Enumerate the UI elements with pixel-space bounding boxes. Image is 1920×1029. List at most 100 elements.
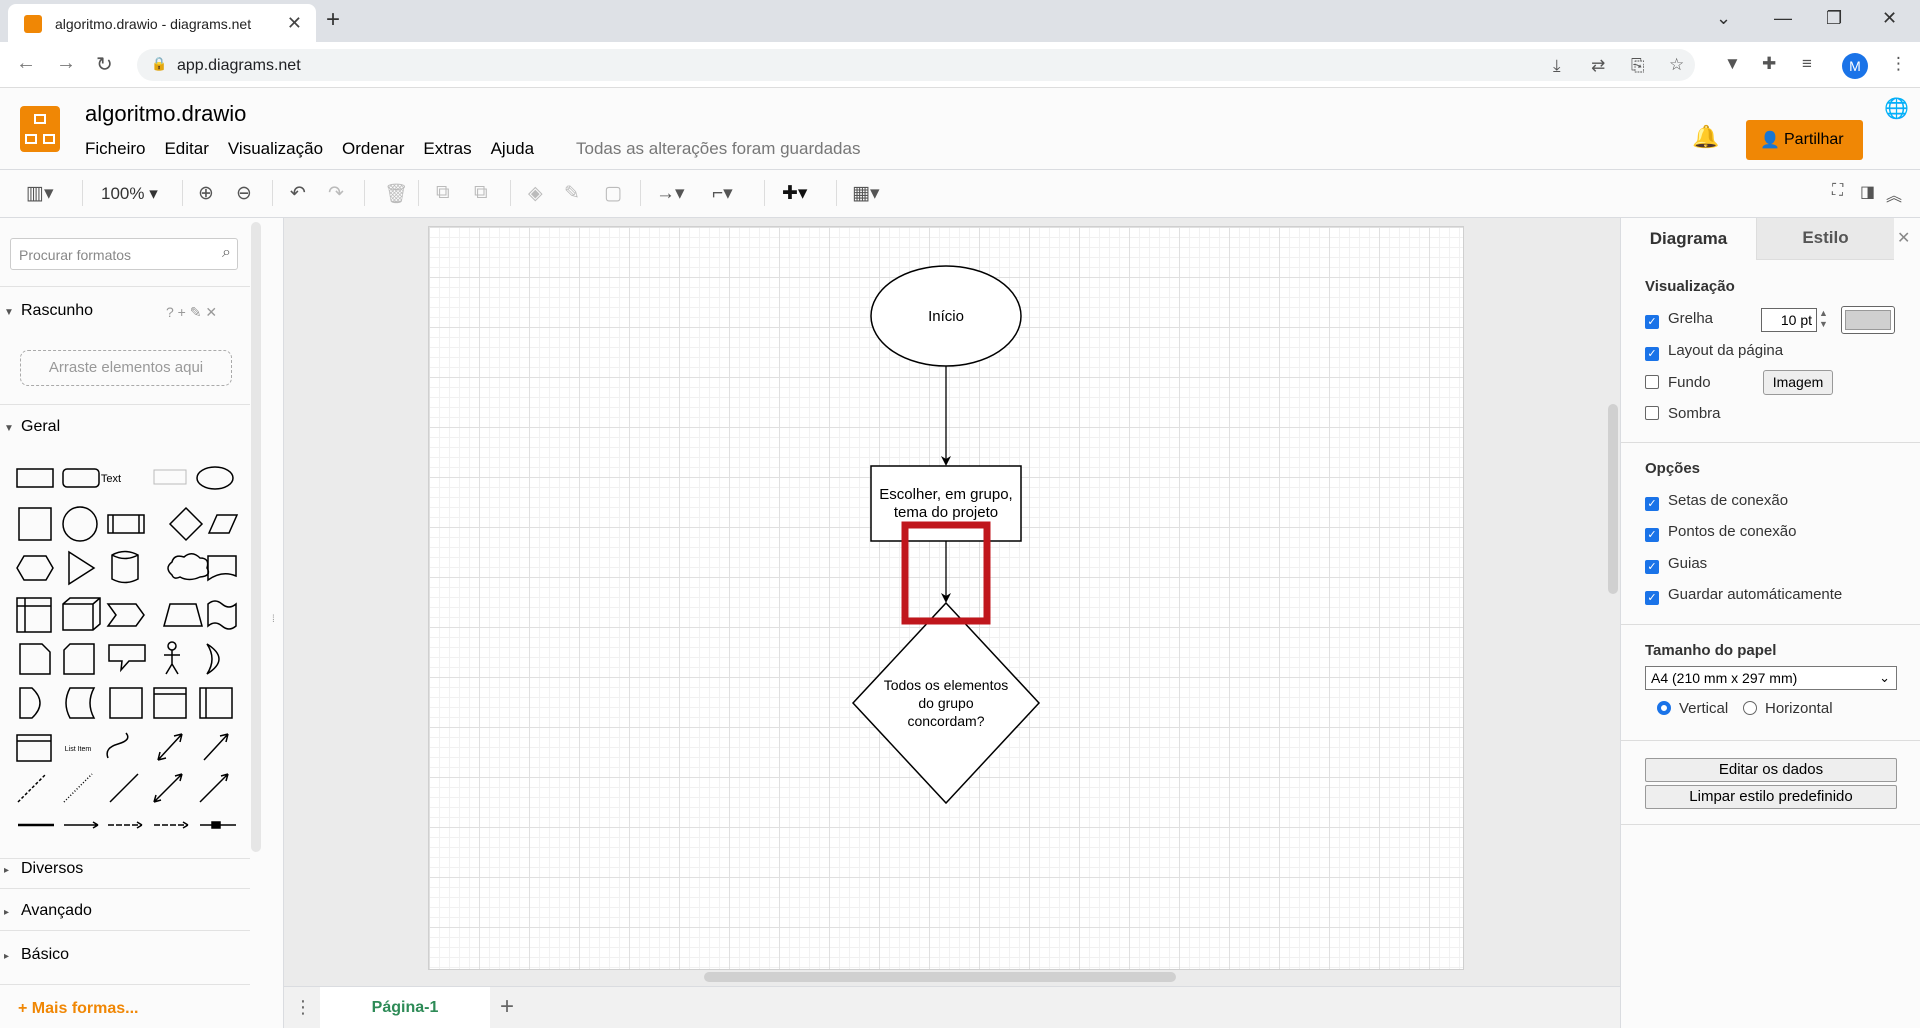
shadow-icon[interactable]: ▢ — [604, 182, 622, 205]
undo-icon[interactable]: ↶ — [290, 182, 306, 205]
url-bar[interactable]: 🔒 app.diagrams.net ⤓ ⇄ ⎘ ☆ — [137, 49, 1695, 81]
to-back-icon[interactable]: ⧉ — [474, 182, 488, 204]
language-globe-icon[interactable]: 🌐 — [1884, 96, 1909, 121]
orientation-vertical-radio[interactable]: Vertical — [1657, 700, 1728, 717]
search-icon[interactable]: ⌕ — [222, 244, 231, 262]
more-shapes-link[interactable]: + Mais formas... — [18, 1000, 139, 1018]
fill-color-icon[interactable]: ◈ — [528, 182, 543, 205]
diagram-canvas[interactable]: Início Escolher, em grupo, tema do proje… — [272, 218, 1620, 1028]
translate-icon[interactable]: ⇄ — [1591, 56, 1605, 76]
menu-view[interactable]: Visualização — [228, 139, 323, 159]
checkbox-unchecked-icon[interactable] — [1645, 406, 1659, 420]
advanced-section-header[interactable]: ▸ Avançado — [4, 902, 92, 920]
share-button[interactable]: 👤 Partilhar — [1746, 120, 1863, 160]
menu-help[interactable]: Ajuda — [491, 139, 534, 159]
background-checkbox[interactable]: Fundo — [1645, 374, 1711, 391]
grid-size-spinner[interactable]: ▲ ▼ — [1819, 308, 1828, 330]
zoom-out-icon[interactable]: ⊖ — [236, 182, 252, 205]
connection-arrows-checkbox[interactable]: ✓ Setas de conexão — [1645, 492, 1788, 511]
redo-icon[interactable]: ↷ — [328, 182, 344, 205]
menu-file[interactable]: Ficheiro — [85, 139, 145, 159]
browser-menu-icon[interactable]: ⋮ — [1890, 54, 1907, 74]
collapse-icon[interactable]: ︽ — [1886, 182, 1902, 206]
checkbox-checked-icon[interactable]: ✓ — [1645, 528, 1659, 542]
scratchpad-header[interactable]: ▼ Rascunho — [4, 302, 93, 320]
zoom-in-icon[interactable]: ⊕ — [198, 182, 214, 205]
radio-selected-icon[interactable] — [1657, 701, 1671, 715]
notification-bell-icon[interactable]: 🔔 — [1692, 124, 1719, 150]
share-page-icon[interactable]: ⎘ — [1631, 56, 1645, 76]
reload-icon[interactable]: ↻ — [96, 52, 113, 77]
sidebar-scrollbar[interactable] — [251, 222, 261, 852]
grid-size-input[interactable]: 10 pt — [1761, 308, 1817, 332]
checkbox-checked-icon[interactable]: ✓ — [1645, 591, 1659, 605]
page-layout-checkbox[interactable]: ✓ Layout da página — [1645, 342, 1783, 361]
grid-checkbox[interactable]: ✓ Grelha — [1645, 310, 1713, 329]
profile-avatar[interactable]: M — [1842, 53, 1868, 79]
extensions-puzzle-icon[interactable]: ✚ — [1762, 54, 1776, 74]
scratchpad-drop-zone[interactable]: Arraste elementos aqui — [20, 350, 232, 386]
format-panel-icon[interactable]: ◨ — [1860, 182, 1875, 202]
tab-search-icon[interactable]: ⌄ — [1716, 8, 1731, 29]
tab-style[interactable]: Estilo — [1756, 218, 1894, 260]
misc-section-header[interactable]: ▸ Diversos — [4, 860, 83, 878]
install-app-icon[interactable]: ⤓ — [1553, 56, 1561, 76]
checkbox-checked-icon[interactable]: ✓ — [1645, 347, 1659, 361]
save-status[interactable]: Todas as alterações foram guardadas — [576, 139, 860, 159]
page-tab-current[interactable]: Página-1 — [320, 987, 490, 1029]
connection-points-checkbox[interactable]: ✓ Pontos de conexão — [1645, 523, 1796, 542]
extension-icon[interactable]: ▼ — [1724, 54, 1741, 74]
lock-icon[interactable]: 🔒 — [151, 56, 167, 72]
canvas-vertical-scrollbar[interactable] — [1608, 404, 1618, 594]
menu-extras[interactable]: Extras — [423, 139, 471, 159]
delete-icon[interactable]: 🗑 — [384, 182, 408, 206]
shadow-checkbox[interactable]: Sombra — [1645, 405, 1721, 422]
insert-icon[interactable]: ✚▾ — [782, 182, 807, 205]
checkbox-checked-icon[interactable]: ✓ — [1645, 315, 1659, 329]
line-color-icon[interactable]: ✎ — [564, 182, 580, 205]
file-name[interactable]: algoritmo.drawio — [85, 101, 246, 127]
diagram-page[interactable]: Início Escolher, em grupo, tema do proje… — [428, 226, 1464, 970]
close-window-icon[interactable]: ✕ — [1882, 8, 1897, 29]
waypoints-icon[interactable]: ⌐▾ — [712, 182, 733, 205]
checkbox-checked-icon[interactable]: ✓ — [1645, 497, 1659, 511]
forward-icon[interactable]: → — [56, 52, 76, 75]
add-page-icon[interactable]: + — [500, 993, 514, 1021]
maximize-icon[interactable]: ❐ — [1826, 8, 1842, 29]
canvas-horizontal-scrollbar[interactable] — [704, 972, 1176, 982]
basic-section-header[interactable]: ▸ Básico — [4, 946, 69, 964]
menu-edit[interactable]: Editar — [164, 139, 208, 159]
menu-arrange[interactable]: Ordenar — [342, 139, 404, 159]
close-panel-icon[interactable]: ✕ — [1897, 228, 1910, 248]
checkbox-checked-icon[interactable]: ✓ — [1645, 560, 1659, 574]
guides-checkbox[interactable]: ✓ Guias — [1645, 555, 1707, 574]
grid-color-button[interactable] — [1841, 306, 1895, 334]
sidebar-resize-handle[interactable]: ⁞ — [272, 614, 275, 625]
checkbox-unchecked-icon[interactable] — [1645, 375, 1659, 389]
reading-list-icon[interactable]: ≡ — [1802, 54, 1812, 74]
format-panel-toggle-icon[interactable]: ▥▾ — [26, 182, 54, 205]
table-icon[interactable]: ▦▾ — [852, 182, 880, 205]
new-tab-icon[interactable]: + — [326, 6, 340, 34]
pages-menu-icon[interactable]: ⋮ — [294, 997, 312, 1018]
general-section-header[interactable]: ▼ Geral — [4, 418, 60, 436]
radio-unselected-icon[interactable] — [1743, 701, 1757, 715]
orientation-horizontal-radio[interactable]: Horizontal — [1743, 700, 1833, 717]
clear-default-style-button[interactable]: Limpar estilo predefinido — [1645, 785, 1897, 809]
search-shapes-input[interactable]: Procurar formatos ⌕ — [10, 238, 238, 270]
zoom-select[interactable]: 100% ▾ — [101, 184, 158, 204]
scratchpad-tools[interactable]: ? + ✎ ✕ — [166, 304, 217, 321]
paper-size-select[interactable]: A4 (210 mm x 297 mm) ⌄ — [1645, 666, 1897, 690]
background-image-button[interactable]: Imagem — [1763, 370, 1833, 395]
autosave-checkbox[interactable]: ✓ Guardar automáticamente — [1645, 586, 1842, 605]
connection-style-icon[interactable]: →▾ — [656, 182, 685, 205]
minimize-icon[interactable]: — — [1774, 8, 1792, 29]
back-icon[interactable]: ← — [16, 52, 36, 75]
browser-tab[interactable]: algoritmo.drawio - diagrams.net ✕ — [8, 4, 316, 42]
close-tab-icon[interactable]: ✕ — [287, 13, 302, 34]
edit-data-button[interactable]: Editar os dados — [1645, 758, 1897, 782]
to-front-icon[interactable]: ⧉ — [436, 182, 450, 204]
tab-diagram[interactable]: Diagrama — [1621, 218, 1756, 260]
bookmark-star-icon[interactable]: ☆ — [1669, 55, 1684, 75]
fullscreen-icon[interactable]: ⛶ — [1832, 182, 1843, 200]
